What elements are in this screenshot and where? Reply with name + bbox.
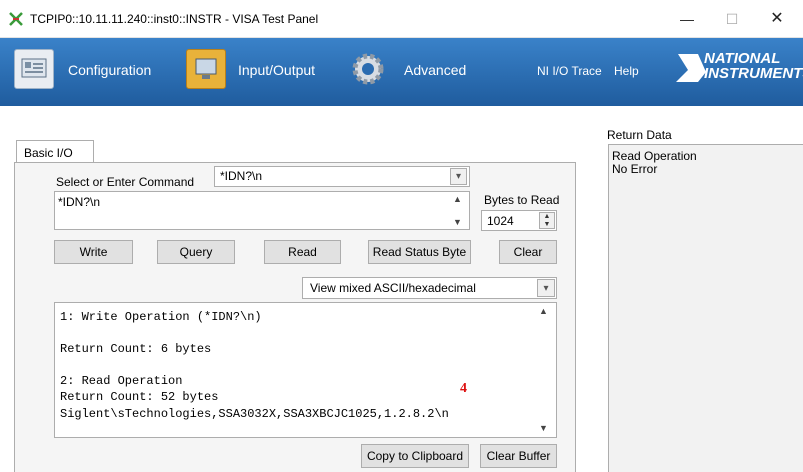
visa-app-icon xyxy=(8,11,24,27)
return-data-line: No Error xyxy=(612,162,658,176)
ni-logo-line1: NATIONAL xyxy=(704,50,781,67)
view-mode-value: View mixed ASCII/hexadecimal xyxy=(310,281,476,295)
output-line: Return Count: 6 bytes xyxy=(60,342,212,356)
output-line: 1: Write Operation (*IDN?\n) xyxy=(60,310,262,324)
spinner-icon[interactable]: ▲ ▼ xyxy=(539,212,555,229)
clear-button[interactable]: Clear xyxy=(499,240,557,264)
window-title: TCPIP0::10.11.11.240::inst0::INSTR - VIS… xyxy=(30,12,319,26)
output-line: Siglent\sTechnologies,SSA3032X,SSA3XBCJC… xyxy=(60,407,449,421)
scroll-up-icon[interactable]: ▲ xyxy=(453,194,462,204)
advanced-tab[interactable]: Advanced xyxy=(404,62,466,78)
clear-buffer-button[interactable]: Clear Buffer xyxy=(480,444,557,468)
chevron-down-icon[interactable]: ▾ xyxy=(537,279,555,297)
output-line: 2: Read Operation xyxy=(60,374,183,388)
configuration-icon[interactable] xyxy=(14,49,54,89)
configuration-glyph-icon xyxy=(21,58,47,78)
ni-logo-line2: INSTRUMENTS xyxy=(704,65,803,82)
command-textarea-value: *IDN?\n xyxy=(58,195,101,209)
query-button[interactable]: Query xyxy=(157,240,235,264)
chevron-down-icon[interactable]: ▾ xyxy=(450,168,467,185)
maximize-button[interactable]: ☐ xyxy=(717,8,747,30)
monitor-glyph-icon xyxy=(195,58,217,79)
output-line: Return Count: 52 bytes xyxy=(60,390,219,404)
return-data-line: Read Operation xyxy=(612,149,697,163)
input-output-icon[interactable] xyxy=(186,49,226,89)
read-status-byte-button[interactable]: Read Status Byte xyxy=(368,240,471,264)
command-label: Select or Enter Command xyxy=(56,175,195,189)
close-button[interactable]: ✕ xyxy=(762,8,792,30)
help-link[interactable]: Help xyxy=(614,64,639,78)
read-button[interactable]: Read xyxy=(264,240,341,264)
gear-icon[interactable] xyxy=(348,49,388,89)
bytes-to-read-label: Bytes to Read xyxy=(484,193,560,207)
annotation-number: 4 xyxy=(460,381,467,396)
scroll-down-icon[interactable]: ▼ xyxy=(539,423,548,433)
ni-io-trace-link[interactable]: NI I/O Trace xyxy=(537,64,602,78)
return-data-label: Return Data xyxy=(607,128,672,142)
copy-to-clipboard-button[interactable]: Copy to Clipboard xyxy=(361,444,469,468)
minimize-button[interactable]: — xyxy=(672,8,702,30)
input-output-tab[interactable]: Input/Output xyxy=(238,62,315,78)
scroll-up-icon[interactable]: ▲ xyxy=(539,306,548,316)
command-textarea[interactable] xyxy=(54,191,470,230)
write-button[interactable]: Write xyxy=(54,240,133,264)
command-select-value: *IDN?\n xyxy=(220,169,263,183)
tab-basic-io-label: Basic I/O xyxy=(24,146,73,160)
scroll-down-icon[interactable]: ▼ xyxy=(453,217,462,227)
bytes-to-read-value: 1024 xyxy=(487,214,514,228)
ni-logo-text: NATIONAL INSTRUMENTS xyxy=(704,51,803,81)
return-data-panel xyxy=(608,144,803,472)
configuration-tab[interactable]: Configuration xyxy=(68,62,151,78)
